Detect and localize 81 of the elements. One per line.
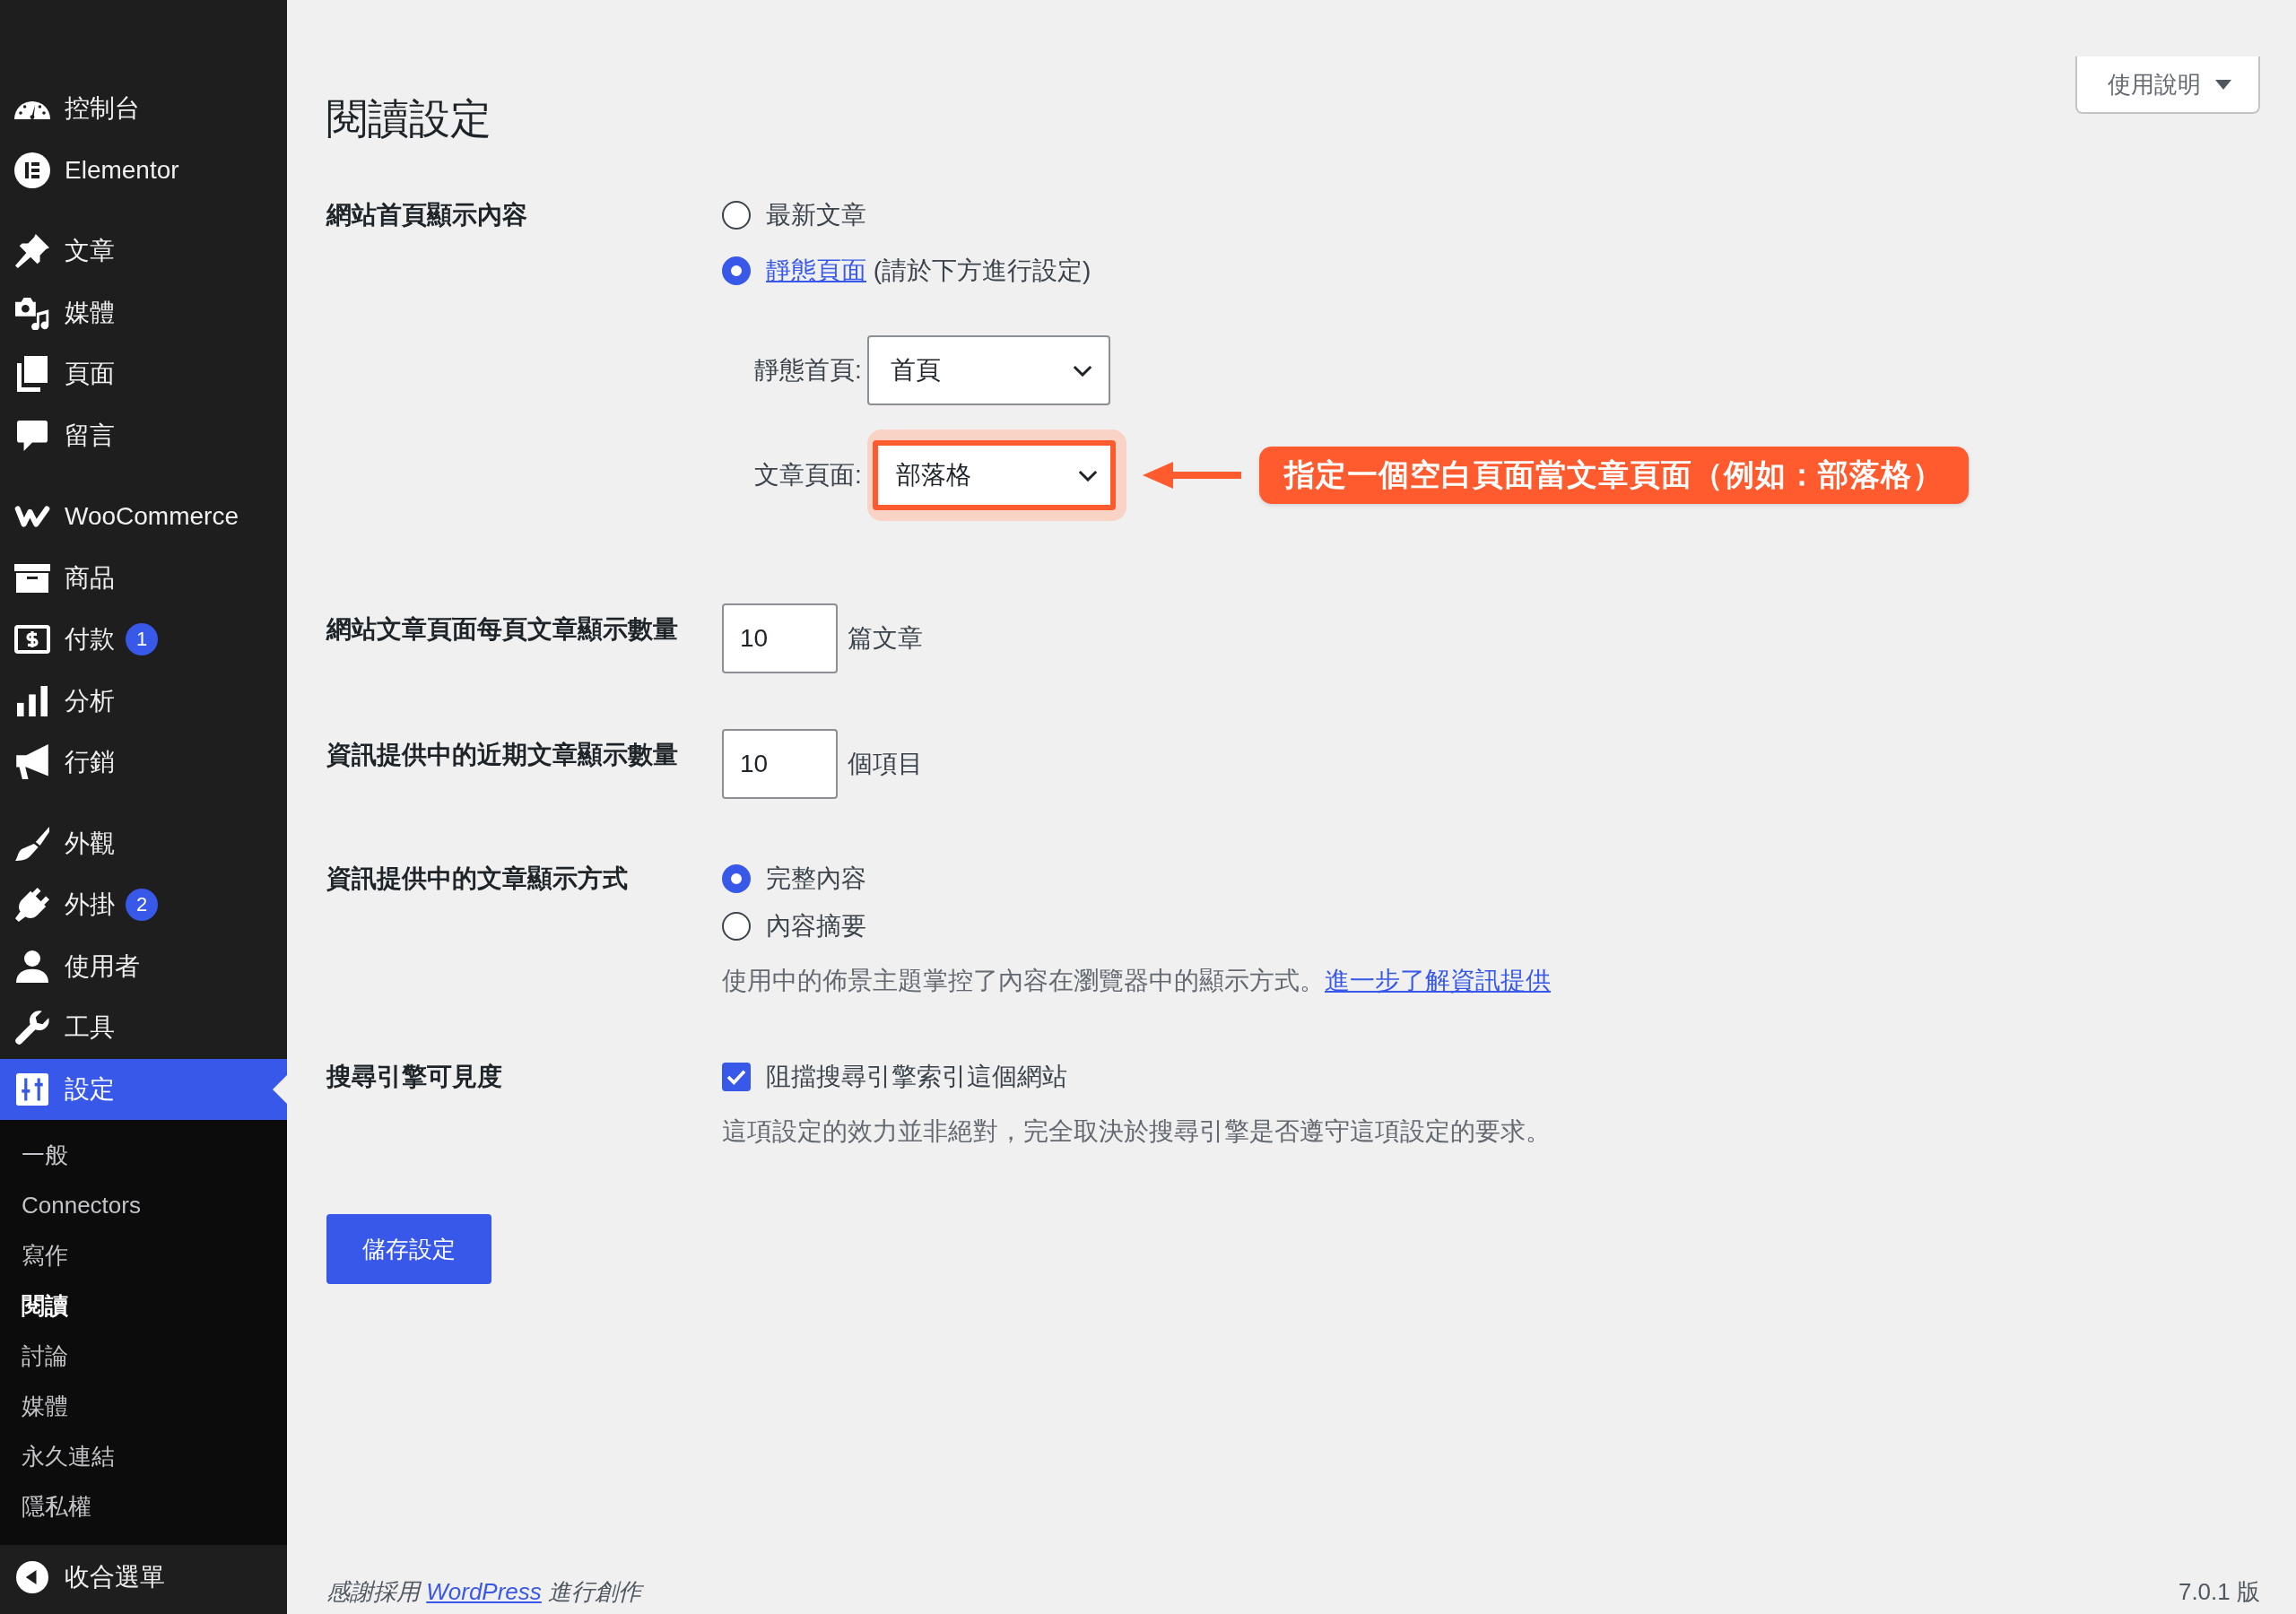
archive-box-icon	[14, 563, 50, 593]
menu-item[interactable]: 行銷	[0, 732, 287, 794]
count-badge: 2	[126, 889, 158, 922]
chevron-down-icon	[1072, 364, 1092, 377]
annotation-callout: 指定一個空白頁面當文章頁面（例如：部落格）	[1258, 447, 1969, 504]
select-label: 文章頁面:	[754, 460, 862, 490]
static-page-link[interactable]: 靜態頁面	[766, 256, 866, 284]
submenu-item[interactable]: 討論	[0, 1331, 287, 1381]
checkbox[interactable]	[722, 1063, 751, 1091]
setting-label: 網站文章頁面每頁文章顯示數量	[326, 614, 679, 645]
w-logo-icon	[14, 506, 50, 528]
radio-button[interactable]	[722, 912, 751, 941]
number-field[interactable]: 10	[722, 603, 838, 673]
learn-more-link[interactable]: 進一步了解資訊提供	[1325, 967, 1551, 994]
description-text: 使用中的佈景主題掌控了內容在瀏覽器中的顯示方式。進一步了解資訊提供	[722, 966, 1552, 996]
page-dropdown[interactable]: 首頁	[866, 335, 1110, 405]
select-label: 靜態首頁:	[754, 355, 862, 386]
menu-item[interactable]: 設定	[0, 1058, 287, 1120]
circle-logo-icon	[14, 152, 50, 188]
menu-item[interactable]: 頁面	[0, 343, 287, 405]
speech-bubble-icon	[17, 420, 48, 451]
pages-icon	[17, 356, 48, 393]
option-label: 內容摘要	[766, 911, 866, 941]
submenu-item[interactable]: 寫作	[0, 1230, 287, 1280]
unit-label: 篇文章	[848, 623, 923, 654]
menu-item[interactable]: 文章	[0, 221, 287, 282]
version-text: 7.0.1 版	[2178, 1577, 2260, 1607]
menu-item[interactable]: 外觀	[0, 812, 287, 874]
setting-label: 資訊提供中的近期文章顯示數量	[326, 740, 679, 770]
unit-label: 個項目	[848, 749, 923, 779]
count-badge: 1	[126, 623, 158, 656]
menu-item[interactable]: WooCommerce	[0, 486, 287, 548]
user-icon	[16, 950, 48, 983]
paintbrush-icon	[15, 826, 49, 861]
submenu-item[interactable]: 一般	[0, 1130, 287, 1180]
menu-item[interactable]: 控制台	[0, 78, 287, 140]
caret-down-icon	[2215, 79, 2231, 90]
current-pointer-icon	[273, 1074, 287, 1104]
setting-label: 搜尋引擎可見度	[326, 1062, 503, 1092]
megaphone-icon	[16, 744, 48, 781]
footer-credit: 感謝採用 WordPress 進行創作	[326, 1577, 642, 1607]
page-title: 閱讀設定	[326, 94, 491, 143]
wordpress-link[interactable]: WordPress	[426, 1578, 542, 1605]
setting-label: 資訊提供中的文章顯示方式	[326, 863, 629, 894]
left-arrow-icon	[1142, 462, 1241, 489]
setting-label: 網站首頁顯示內容	[326, 200, 528, 230]
menu-item[interactable]: 留言	[0, 404, 287, 466]
checkmark-icon	[726, 1069, 746, 1085]
checkbox-label: 阻擋搜尋引擎索引這個網站	[766, 1062, 1067, 1092]
menu-item[interactable]: 媒體	[0, 282, 287, 343]
submenu-item[interactable]: 媒體	[0, 1381, 287, 1431]
dollar-card-icon	[14, 625, 50, 655]
description-text: 這項設定的效力並非絕對，完全取決於搜尋引擎是否遵守這項設定的要求。	[722, 1116, 1552, 1147]
submenu-item[interactable]: 隱私權	[0, 1481, 287, 1532]
submenu-item[interactable]: 永久連結	[0, 1431, 287, 1481]
radio-button[interactable]	[722, 201, 751, 230]
menu-item[interactable]: 工具	[0, 997, 287, 1059]
menu-item[interactable]: 商品	[0, 547, 287, 609]
menu-item[interactable]: 分析	[0, 670, 287, 732]
submenu-item[interactable]: Connectors	[0, 1180, 287, 1230]
option-label: 最新文章	[766, 200, 866, 230]
radio-button[interactable]	[722, 864, 751, 893]
plug-icon	[15, 888, 49, 923]
option-label: 靜態頁面 (請於下方進行設定)	[766, 256, 1091, 286]
page-dropdown[interactable]: 部落格	[872, 440, 1116, 510]
chevron-down-icon	[1077, 469, 1098, 482]
option-label: 完整內容	[766, 863, 866, 894]
submenu-item[interactable]: 閱讀	[0, 1280, 287, 1331]
sliders-icon	[16, 1072, 48, 1106]
menu-item[interactable]: 付款 1	[0, 609, 287, 671]
number-field[interactable]: 10	[722, 729, 838, 799]
radio-button[interactable]	[722, 256, 751, 285]
menu-item[interactable]: Elementor	[0, 139, 287, 201]
pushpin-icon	[15, 234, 49, 269]
menu-item[interactable]: 外掛 2	[0, 874, 287, 936]
menu-item[interactable]: 使用者	[0, 935, 287, 997]
save-button[interactable]: 儲存設定	[326, 1214, 491, 1284]
wrench-icon	[15, 1011, 49, 1046]
camera-music-icon	[15, 295, 49, 330]
help-button[interactable]: 使用說明	[2075, 56, 2260, 114]
bar-chart-icon	[17, 685, 48, 716]
